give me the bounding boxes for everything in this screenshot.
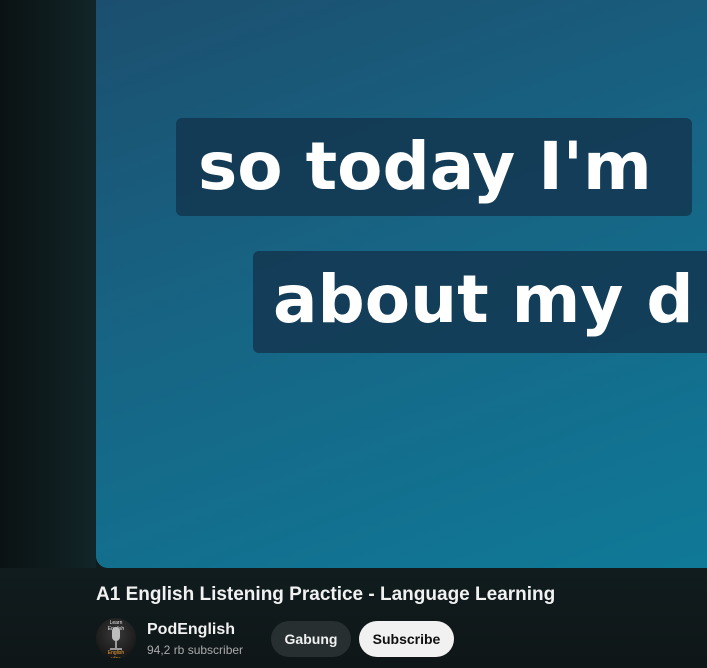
video-title: A1 English Listening Practice - Language… [96,584,556,605]
caption-line-1: so today I'm [176,118,692,216]
video-player[interactable]: so today I'm about my d [96,0,707,568]
caption-line-2: about my d [253,251,707,353]
watch-page: so today I'm about my d A1 English Liste… [0,0,707,668]
subscribe-button[interactable]: Subscribe [359,621,454,657]
subscriber-count: 94,2 rb subscriber [147,643,244,657]
avatar-logo-text-bottom: English podcast [107,650,125,658]
join-button[interactable]: Gabung [271,621,351,657]
microphone-icon [112,627,120,641]
channel-avatar[interactable]: Learn English English podcast [96,618,136,658]
channel-name[interactable]: PodEnglish [147,621,235,639]
